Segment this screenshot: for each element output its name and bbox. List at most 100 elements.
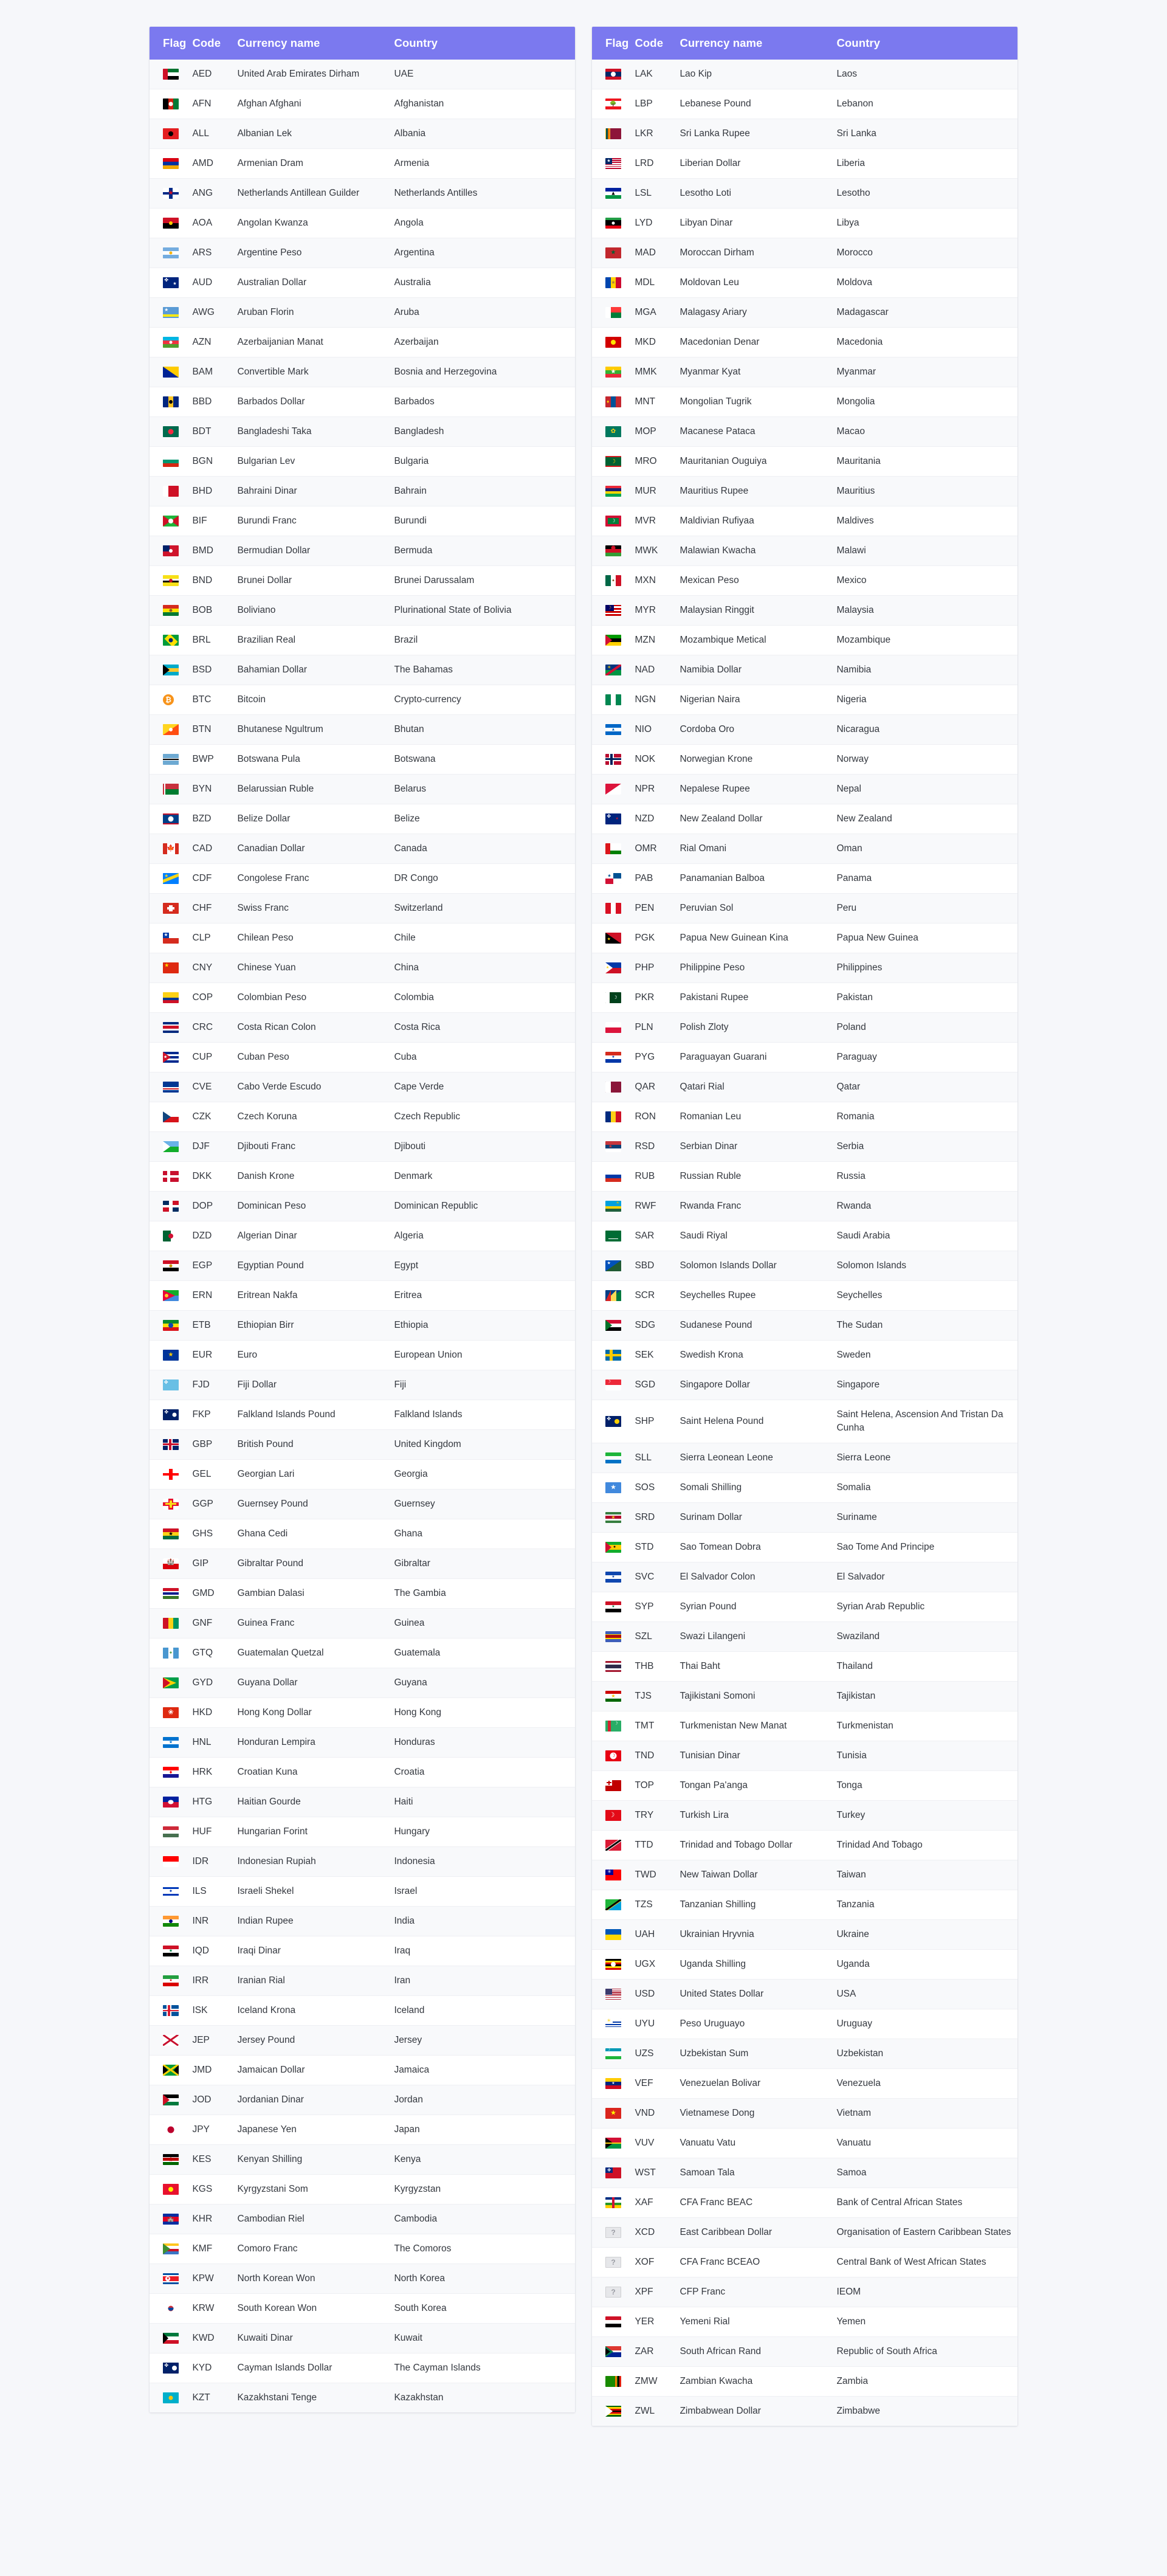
table-row[interactable]: DOP Dominican Peso Dominican Republic [150,1191,575,1221]
table-row[interactable]: ❀ HKD Hong Kong Dollar Hong Kong [150,1697,575,1728]
table-row[interactable]: BYN Belarussian Ruble Belarus [150,774,575,804]
table-row[interactable]: PEN Peruvian Sol Peru [592,893,1017,924]
table-row[interactable]: LKR Sri Lanka Rupee Sri Lanka [592,119,1017,149]
table-row[interactable]: ★ PGK Papua New Guinean Kina Papua New Guin… [592,923,1017,953]
table-row[interactable]: MWK Malawian Kwacha Malawi [592,536,1017,566]
table-row[interactable]: BBD Barbados Dollar Barbados [150,387,575,417]
table-row[interactable]: JEP Jersey Pound Jersey [150,2025,575,2056]
table-row[interactable]: ☽ MVR Maldivian Rufiyaa Maldives [592,506,1017,536]
table-row[interactable]: ? XPF CFP Franc IEOM [592,2277,1017,2307]
table-row[interactable]: ★ RSD Serbian Dinar Serbia [592,1131,1017,1162]
table-row[interactable]: ☀ RWF Rwanda Franc Rwanda [592,1191,1017,1221]
table-row[interactable]: ★ GHS Ghana Cedi Ghana [150,1519,575,1549]
table-row[interactable]: 🍁 CAD Canadian Dollar Canada [150,834,575,864]
table-row[interactable]: JOD Jordanian Dinar Jordan [150,2085,575,2115]
table-row[interactable]: USD United States Dollar USA [592,1979,1017,2009]
table-row[interactable]: BAM Convertible Mark Bosnia and Herzegovin… [150,357,575,387]
table-row[interactable]: NOK Norwegian Krone Norway [592,744,1017,775]
column-header-currency-name[interactable]: Currency name [237,27,394,60]
table-row[interactable]: ★ PHP Philippine Peso Philippines [592,953,1017,983]
table-row[interactable]: ♦ MNT Mongolian Tugrik Mongolia [592,387,1017,417]
table-row[interactable]: ★ STD Sao Tomean Dobra Sao Tome And Princip… [592,1532,1017,1563]
table-row[interactable]: BWP Botswana Pula Botswana [150,744,575,775]
table-row[interactable]: NPR Nepalese Rupee Nepal [592,774,1017,804]
table-row[interactable]: ₿ BTC Bitcoin Crypto-currency [150,685,575,715]
table-row[interactable]: SAR Saudi Riyal Saudi Arabia [592,1221,1017,1251]
table-row[interactable]: GEL Georgian Lari Georgia [150,1459,575,1490]
table-row[interactable]: TTD Trinidad and Tobago Dollar Trinidad An… [592,1830,1017,1860]
table-row[interactable]: ★ SOS Somali Shilling Somalia [592,1473,1017,1503]
table-row[interactable]: ✿ MOP Macanese Pataca Macao [592,416,1017,447]
table-row[interactable]: BRL Brazilian Real Brazil [150,625,575,655]
table-row[interactable]: SZL Swazi Lilangeni Swaziland [592,1621,1017,1652]
table-row[interactable]: ▲ NIO Cordoba Oro Nicaragua [592,714,1017,745]
table-row[interactable]: ♦ HRK Croatian Kuna Croatia [150,1757,575,1787]
table-row[interactable]: ? XCD East Caribbean Dollar Organisation of… [592,2217,1017,2248]
table-row[interactable]: ★ EUR Euro European Union [150,1340,575,1370]
table-row[interactable]: RON Romanian Leu Romania [592,1102,1017,1132]
table-row[interactable]: LYD Libyan Dinar Libya [592,208,1017,238]
table-row[interactable]: ☽ TRY Turkish Lira Turkey [592,1800,1017,1831]
table-row[interactable]: ✤ ★ AUD Australian Dollar Australia [150,268,575,298]
table-row[interactable]: EGP Egyptian Pound Egypt [150,1251,575,1281]
table-row[interactable]: BSD Bahamian Dollar The Bahamas [150,655,575,685]
table-row[interactable]: ★ KPW North Korean Won North Korea [150,2263,575,2294]
table-row[interactable]: AED United Arab Emirates Dirham UAE [150,60,575,89]
table-row[interactable]: KWD Kuwaiti Dinar Kuwait [150,2323,575,2353]
table-row[interactable]: ZAR South African Rand Republic of South A… [592,2336,1017,2367]
table-row[interactable]: ✦ GTQ Guatemalan Quetzal Guatemala [150,1638,575,1668]
table-row[interactable]: JPY Japanese Yen Japan [150,2115,575,2145]
table-row[interactable]: AMD Armenian Dram Armenia [150,148,575,179]
table-row[interactable]: AFN Afghan Afghani Afghanistan [150,89,575,119]
column-header-code[interactable]: Code [192,27,238,60]
table-row[interactable]: INR Indian Rupee India [150,1906,575,1936]
table-row[interactable]: CRC Costa Rican Colon Costa Rica [150,1012,575,1043]
table-row[interactable]: ✤ ★ NZD New Zealand Dollar New Zealand [592,804,1017,834]
table-row[interactable]: ★ MMK Myanmar Kyat Myanmar [592,357,1017,387]
table-row[interactable]: ARS Argentine Peso Argentina [150,238,575,268]
table-row[interactable]: ★ LRD Liberian Dollar Liberia [592,148,1017,179]
table-row[interactable]: DJF Djibouti Franc Djibouti [150,1131,575,1162]
table-row[interactable]: AZN Azerbaijanian Manat Azerbaijan [150,327,575,357]
table-row[interactable]: MUR Mauritius Rupee Mauritius [592,476,1017,506]
table-row[interactable]: ❀ KES Kenyan Shilling Kenya [150,2144,575,2175]
table-row[interactable]: ★ HNL Honduran Lempira Honduras [150,1727,575,1758]
table-row[interactable]: ★ ANG Netherlands Antillean Guilder Netherl… [150,178,575,209]
table-row[interactable]: ★ TJS Tajikistani Somoni Tajikistan [592,1681,1017,1711]
table-row[interactable]: LAK Lao Kip Laos [592,60,1017,89]
table-row[interactable]: ☀ UYU Peso Uruguayo Uruguay [592,2009,1017,2039]
table-row[interactable]: ★ MDL Moldovan Leu Moldova [592,268,1017,298]
table-row[interactable]: DZD Algerian Dinar Algeria [150,1221,575,1251]
table-row[interactable]: ✤ SHP Saint Helena Pound Saint Helena, Asce… [592,1400,1017,1443]
table-row[interactable]: ★ PYG Paraguayan Guarani Paraguay [592,1042,1017,1072]
table-row[interactable]: GYD Guyana Dollar Guyana [150,1668,575,1698]
table-row[interactable]: BND Brunei Dollar Brunei Darussalam [150,565,575,596]
table-row[interactable]: CHF Swiss Franc Switzerland [150,893,575,924]
table-row[interactable]: TOP Tongan Pa'anga Tonga [592,1770,1017,1801]
table-row[interactable]: UGX Uganda Shilling Uganda [592,1949,1017,1980]
table-row[interactable]: ETB Ethiopian Birr Ethiopia [150,1310,575,1341]
table-row[interactable]: BZD Belize Dollar Belize [150,804,575,834]
table-row[interactable]: BMD Bermudian Dollar Bermuda [150,536,575,566]
table-row[interactable]: ● MXN Mexican Peso Mexico [592,565,1017,596]
table-row[interactable]: OMR Rial Omani Oman [592,834,1017,864]
table-row[interactable]: GBP British Pound United Kingdom [150,1429,575,1460]
table-row[interactable]: ZMW Zambian Kwacha Zambia [592,2366,1017,2397]
table-row[interactable]: KGS Kyrgyzstani Som Kyrgyzstan [150,2174,575,2205]
table-row[interactable]: ★ VEF Venezuelan Bolivar Venezuela [592,2068,1017,2099]
table-row[interactable]: ★ MAD Moroccan Dirham Morocco [592,238,1017,268]
table-row[interactable]: BOB Boliviano Plurinational State of Boliv… [150,595,575,626]
table-row[interactable]: BDT Bangladeshi Taka Bangladesh [150,416,575,447]
table-row[interactable]: ★ PAB Panamanian Balboa Panama [592,863,1017,894]
table-row[interactable]: ? XOF CFA Franc BCEAO Central Bank of West … [592,2247,1017,2277]
table-row[interactable]: GNF Guinea Franc Guinea [150,1608,575,1638]
table-row[interactable]: SLL Sierra Leonean Leone Sierra Leone [592,1443,1017,1473]
table-row[interactable]: BTN Bhutanese Ngultrum Bhutan [150,714,575,745]
table-row[interactable]: HUF Hungarian Forint Hungary [150,1817,575,1847]
column-header-country[interactable]: Country [394,27,575,60]
table-row[interactable]: TZS Tanzanian Shilling Tanzania [592,1890,1017,1920]
table-row[interactable]: CZK Czech Koruna Czech Republic [150,1102,575,1132]
table-row[interactable]: DKK Danish Krone Denmark [150,1161,575,1192]
table-row[interactable]: ★ SBD Solomon Islands Dollar Solomon Island… [592,1251,1017,1281]
table-row[interactable]: ✳ TWD New Taiwan Dollar Taiwan [592,1860,1017,1890]
